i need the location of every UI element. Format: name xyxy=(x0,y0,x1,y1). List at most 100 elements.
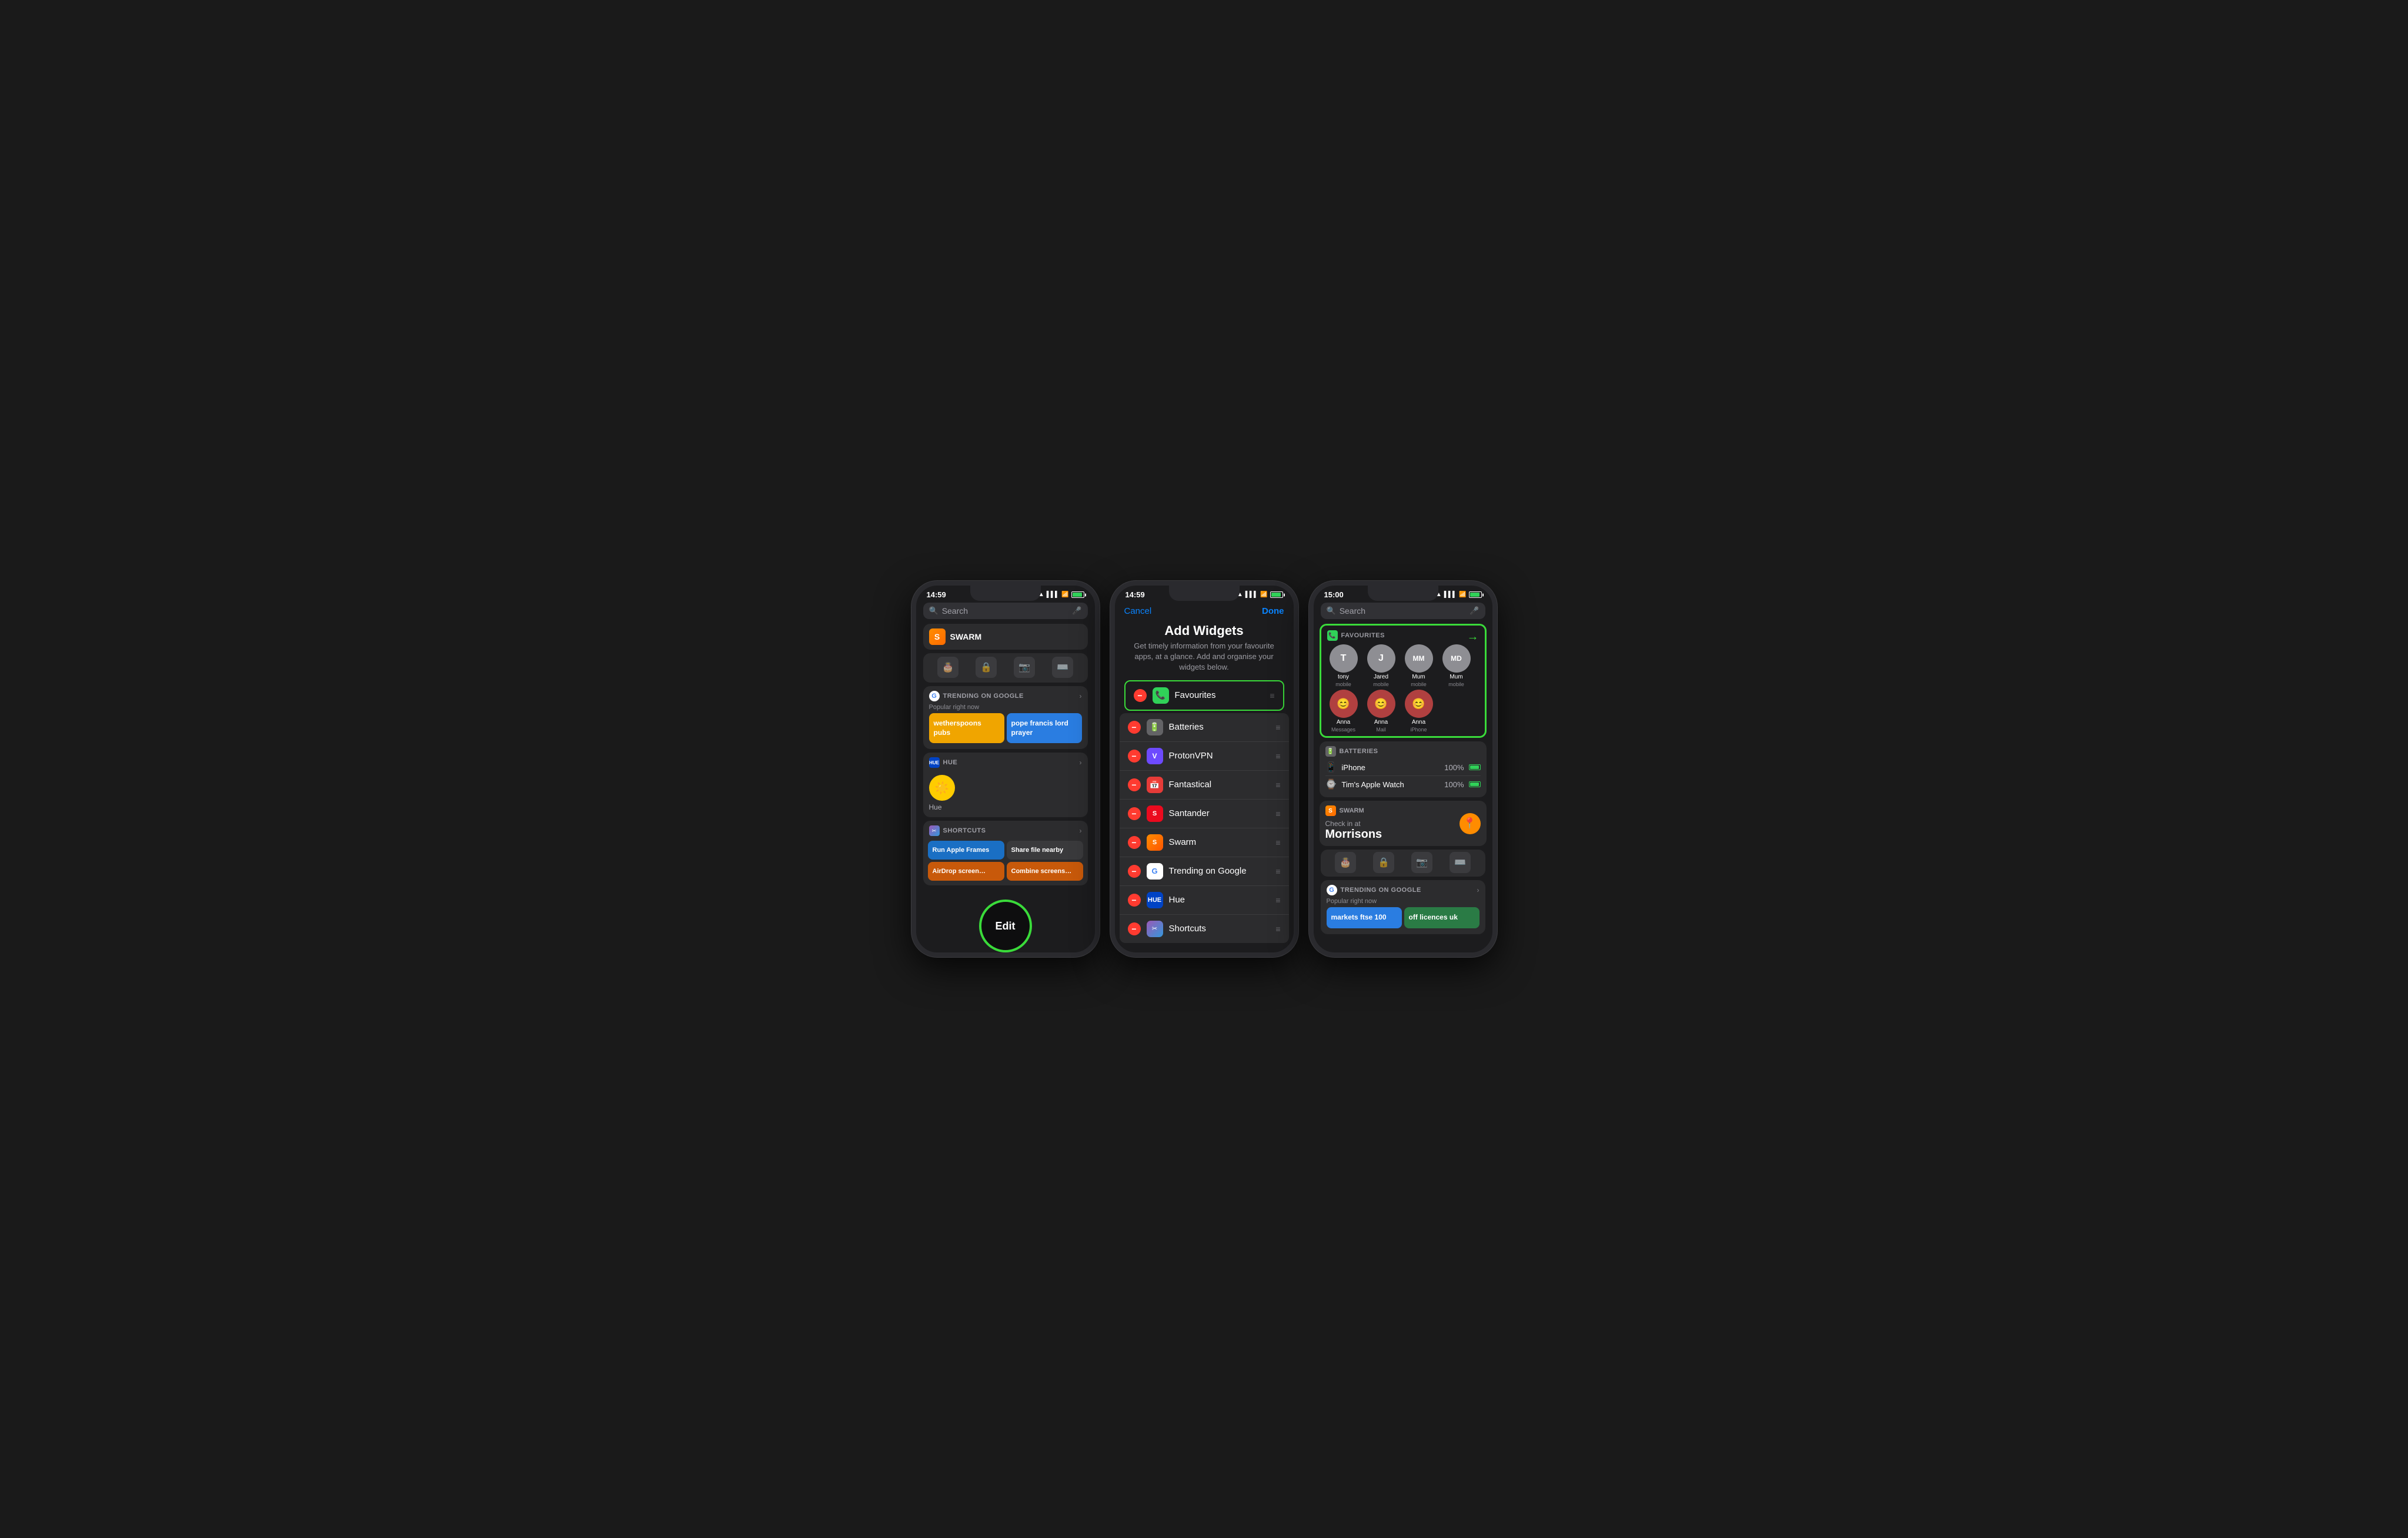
remove-trending-btn[interactable]: − xyxy=(1128,865,1141,878)
cancel-btn[interactable]: Cancel xyxy=(1124,606,1152,616)
shortcut-icon-camera[interactable]: 📷 xyxy=(1014,657,1035,678)
status-time-1: 14:59 xyxy=(927,590,946,599)
google-g-icon-1: G xyxy=(929,691,940,701)
combine-screens-btn[interactable]: Combine screens… xyxy=(1007,862,1083,881)
contact-mum-md-avatar: MD xyxy=(1442,644,1471,673)
trending-widget-1[interactable]: G TRENDING ON GOOGLE › Popular right now… xyxy=(923,686,1088,749)
drag-handle-favourites[interactable]: ≡ xyxy=(1270,691,1274,700)
iphone-device-name: iPhone xyxy=(1341,763,1440,772)
proton-icon: V xyxy=(1147,748,1163,764)
signal-icon-1: ▌▌▌ xyxy=(1047,591,1059,598)
run-apple-frames-btn[interactable]: Run Apple Frames xyxy=(928,841,1004,860)
done-btn[interactable]: Done xyxy=(1262,606,1284,616)
trending-widget-3[interactable]: G TRENDING ON GOOGLE › Popular right now… xyxy=(1321,880,1485,934)
contact-anna-iphone-sub: iPhone xyxy=(1410,727,1427,733)
fav-contacts-3: T tony mobile J Jared mobile MM Mum mobi… xyxy=(1321,643,1485,736)
drag-handle-trending[interactable]: ≡ xyxy=(1275,867,1280,876)
santander-name: Santander xyxy=(1169,808,1270,818)
contact-jared-sub: mobile xyxy=(1373,681,1389,687)
status-bar-2: 14:59 ▲ ▌▌▌ 📶 xyxy=(1115,586,1294,600)
trending-pill-2[interactable]: pope francis lord prayer xyxy=(1007,713,1082,743)
edit-circle-btn[interactable]: Edit xyxy=(979,900,1032,952)
drag-handle-fantastical[interactable]: ≡ xyxy=(1275,780,1280,790)
swarm-header-row-3: S SWARM xyxy=(1325,805,1460,816)
search-text-3: Search xyxy=(1340,606,1467,616)
santander-list-item[interactable]: − S Santander ≡ xyxy=(1120,800,1289,828)
checkin-label-3: Check in at xyxy=(1325,820,1460,828)
drag-handle-proton[interactable]: ≡ xyxy=(1275,751,1280,761)
trending-pill-p3-2[interactable]: off licences uk xyxy=(1404,907,1479,928)
battery-icon-2 xyxy=(1270,591,1283,598)
trending-pill-1[interactable]: wetherspoons pubs xyxy=(929,713,1004,743)
mic-icon-3: 🎤 xyxy=(1469,606,1479,616)
widget-list: − 📞 Favourites ≡ − 🔋 Batteries ≡ xyxy=(1120,680,1289,943)
mic-icon-1: 🎤 xyxy=(1072,606,1081,616)
favourites-name: Favourites xyxy=(1175,690,1264,700)
drag-handle-shortcuts[interactable]: ≡ xyxy=(1275,924,1280,934)
trending-list-item[interactable]: − G Trending on Google ≡ xyxy=(1120,857,1289,886)
drag-handle-santander[interactable]: ≡ xyxy=(1275,809,1280,818)
remove-shortcuts-btn[interactable]: − xyxy=(1128,922,1141,935)
contact-tony[interactable]: T tony mobile xyxy=(1326,644,1361,687)
shortcuts-list-item[interactable]: − ✂ Shortcuts ≡ xyxy=(1120,915,1289,943)
shortcut-icon-keyboard-3[interactable]: ⌨️ xyxy=(1450,852,1471,873)
hue-list-item[interactable]: − HUE Hue ≡ xyxy=(1120,886,1289,915)
remove-batteries-btn[interactable]: − xyxy=(1128,721,1141,734)
remove-proton-btn[interactable]: − xyxy=(1128,750,1141,763)
contact-anna-iphone[interactable]: 😊 Anna iPhone xyxy=(1401,690,1437,733)
trending-arrow-3: › xyxy=(1477,886,1479,894)
remove-fantastical-btn[interactable]: − xyxy=(1128,778,1141,791)
swarm-header-title-3: SWARM xyxy=(1340,807,1364,814)
shortcut-icon-keyboard[interactable]: ⌨️ xyxy=(1052,657,1073,678)
protonvpn-list-item[interactable]: − V ProtonVPN ≡ xyxy=(1120,742,1289,771)
search-bar-1[interactable]: 🔍 Search 🎤 xyxy=(923,603,1088,619)
shortcut-icon-lock[interactable]: 🔒 xyxy=(976,657,997,678)
remove-swarm-btn[interactable]: − xyxy=(1128,836,1141,849)
favourites-widget-row[interactable]: − 📞 Favourites ≡ xyxy=(1124,680,1284,711)
trending-pills-1: wetherspoons pubs pope francis lord pray… xyxy=(923,713,1088,749)
favourites-section-3[interactable]: 📞 FAVOURITES → T tony mobile J Jared mob… xyxy=(1320,624,1487,738)
drag-handle-swarm[interactable]: ≡ xyxy=(1275,838,1280,847)
swarm-app-icon-3: S xyxy=(1325,805,1336,816)
shortcut-icon-cake[interactable]: 🎂 xyxy=(937,657,958,678)
remove-santander-btn[interactable]: − xyxy=(1128,807,1141,820)
search-bar-3[interactable]: 🔍 Search 🎤 xyxy=(1321,603,1485,619)
watch-pct: 100% xyxy=(1444,780,1464,789)
contact-mum-md[interactable]: MD Mum mobile xyxy=(1439,644,1474,687)
phone-1: 14:59 ▲ ▌▌▌ 📶 🔍 Search 🎤 S SWA xyxy=(911,581,1100,957)
swarm-widget-1[interactable]: S SWARM xyxy=(923,624,1088,650)
remove-favourites-btn[interactable]: − xyxy=(1134,689,1147,702)
shortcut-icons-row-1: 🎂 🔒 📷 ⌨️ xyxy=(923,653,1088,683)
screenshots-container: 14:59 ▲ ▌▌▌ 📶 🔍 Search 🎤 S SWA xyxy=(911,581,1497,957)
hue-widget-1[interactable]: HUE HUE › ☀️ Hue xyxy=(923,753,1088,817)
shortcut-icon-lock-3[interactable]: 🔒 xyxy=(1373,852,1394,873)
airdrop-screen-btn[interactable]: AirDrop screen… xyxy=(928,862,1004,881)
swarm-section-3[interactable]: S SWARM Check in at Morrisons 📍 xyxy=(1320,801,1487,846)
hue-arrow-1: › xyxy=(1080,758,1082,767)
contact-anna-mail[interactable]: 😊 Anna Mail xyxy=(1364,690,1399,733)
trending-pill-p3-1[interactable]: markets ftse 100 xyxy=(1327,907,1402,928)
favourites-list-item[interactable]: − 📞 Favourites ≡ xyxy=(1125,681,1283,710)
phone-3-screen: 15:00 ▲ ▌▌▌ 📶 🔍 Search 🎤 📞 xyxy=(1314,586,1492,952)
remove-hue-btn[interactable]: − xyxy=(1128,894,1141,907)
shortcut-icon-camera-3[interactable]: 📷 xyxy=(1411,852,1432,873)
contact-anna-msg[interactable]: 😊 Anna Messages xyxy=(1326,690,1361,733)
search-text-1: Search xyxy=(942,606,1069,616)
phone-2: 14:59 ▲ ▌▌▌ 📶 Cancel Done Add Widgets Ge… xyxy=(1110,581,1298,957)
contact-anna-mail-avatar: 😊 xyxy=(1367,690,1395,718)
batteries-list-item[interactable]: − 🔋 Batteries ≡ xyxy=(1120,713,1289,742)
contact-jared[interactable]: J Jared mobile xyxy=(1364,644,1399,687)
santander-icon: S xyxy=(1147,805,1163,822)
status-bar-3: 15:00 ▲ ▌▌▌ 📶 xyxy=(1314,586,1492,600)
shortcuts-arrow-1: › xyxy=(1080,827,1082,835)
fantastical-list-item[interactable]: − 📅 Fantastical ≡ xyxy=(1120,771,1289,800)
contact-mum-mm[interactable]: MM Mum mobile xyxy=(1401,644,1437,687)
share-nearby-btn[interactable]: Share file nearby xyxy=(1007,841,1083,860)
battery-watch-row: ⌚ Tim's Apple Watch 100% xyxy=(1325,776,1481,793)
wifi-icon-2: 📶 xyxy=(1260,591,1267,598)
status-icons-1: ▲ ▌▌▌ 📶 xyxy=(1038,591,1084,598)
shortcut-icon-cake-3[interactable]: 🎂 xyxy=(1335,852,1356,873)
drag-handle-hue[interactable]: ≡ xyxy=(1275,895,1280,905)
drag-handle-batteries[interactable]: ≡ xyxy=(1275,723,1280,732)
swarm-list-item[interactable]: − S Swarm ≡ xyxy=(1120,828,1289,857)
